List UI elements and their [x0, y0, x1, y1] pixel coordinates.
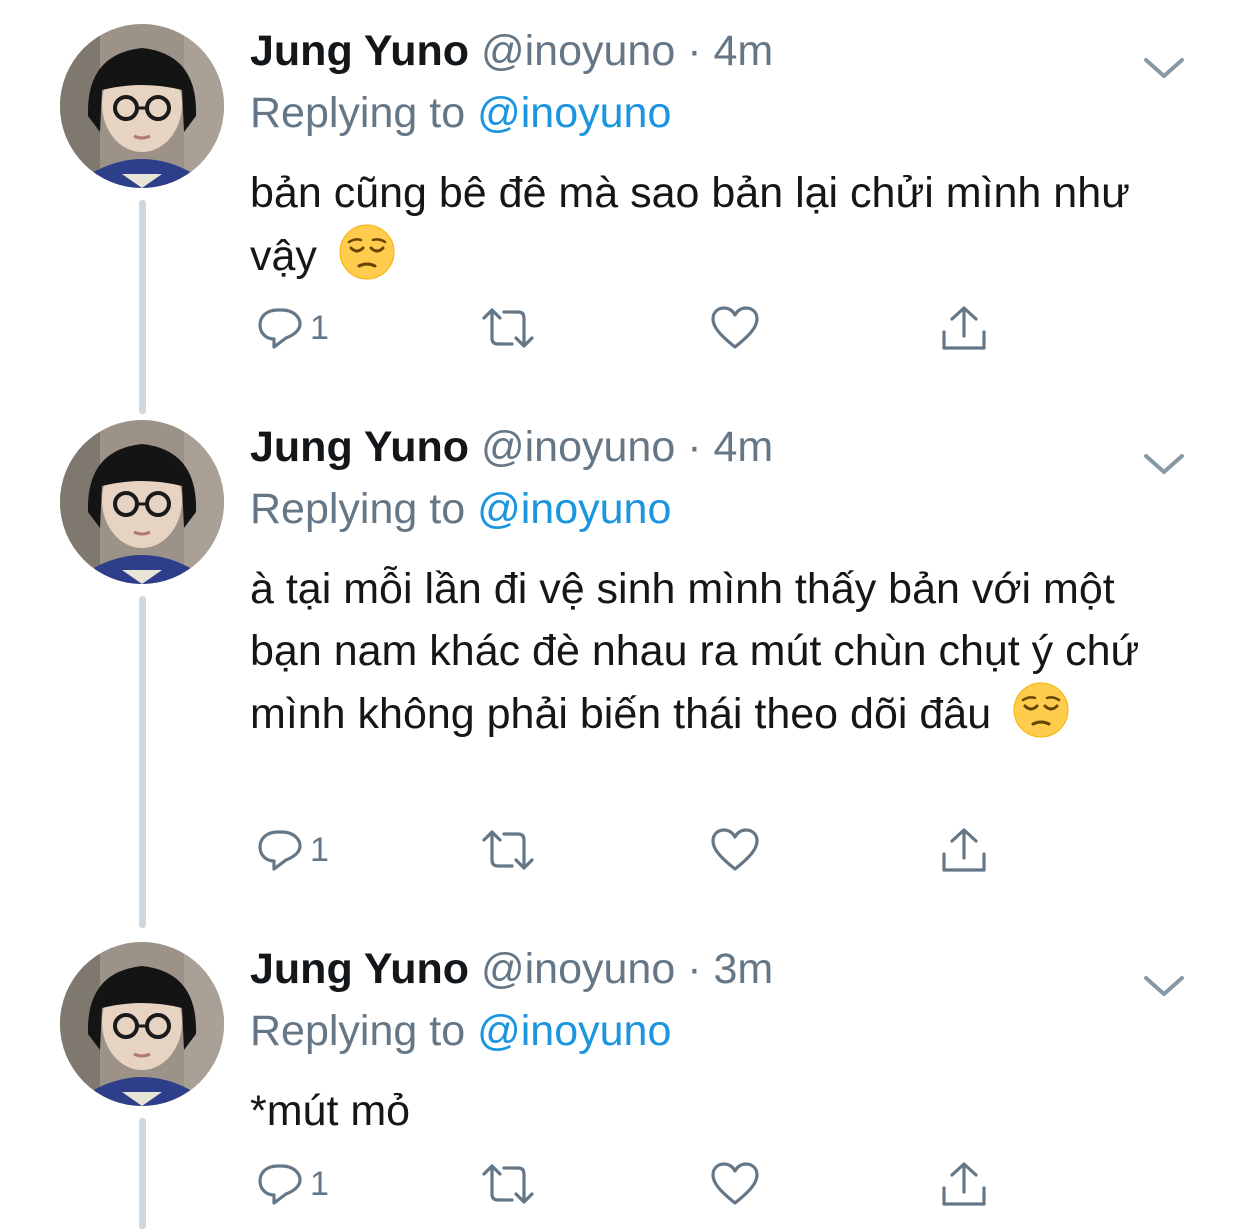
display-name[interactable]: Jung Yuno	[250, 27, 469, 75]
heart-icon	[711, 306, 759, 349]
tweet-text-container: *mút mỏ	[250, 1080, 1190, 1142]
separator-dot: ·	[687, 27, 702, 75]
tweet-actions: 1	[250, 820, 1010, 880]
reply-button[interactable]: 1	[256, 1154, 329, 1214]
reply-count: 1	[310, 309, 329, 347]
retweet-button[interactable]	[480, 1154, 536, 1214]
retweet-button[interactable]	[480, 820, 536, 880]
separator-dot: ·	[687, 423, 702, 471]
user-handle[interactable]: @inoyuno	[481, 423, 675, 471]
chevron-down-icon[interactable]	[1140, 448, 1188, 480]
like-button[interactable]	[710, 298, 760, 358]
replying-to: Replying to @inoyuno	[250, 1006, 671, 1056]
reply-button[interactable]: 1	[256, 820, 329, 880]
share-button[interactable]	[940, 1154, 988, 1214]
mention-link[interactable]: @inoyuno	[477, 1007, 671, 1055]
thread-line	[139, 200, 146, 414]
user-handle[interactable]: @inoyuno	[481, 945, 675, 993]
tweet-text-container: à tại mỗi lần đi vệ sinh mình thấy bản v…	[250, 558, 1190, 755]
pensive-face-icon	[1013, 682, 1069, 755]
replying-to: Replying to @inoyuno	[250, 88, 671, 138]
tweet[interactable]: Jung Yuno @inoyuno · 4m Replying to @ino…	[0, 420, 1242, 940]
retweet-button[interactable]	[480, 298, 536, 358]
display-name[interactable]: Jung Yuno	[250, 423, 469, 471]
pensive-face-icon	[339, 224, 395, 297]
reply-button[interactable]: 1	[256, 298, 329, 358]
avatar[interactable]	[60, 420, 224, 584]
share-icon	[942, 828, 986, 872]
like-button[interactable]	[710, 820, 760, 880]
mention-link[interactable]: @inoyuno	[477, 89, 671, 137]
timestamp[interactable]: 4m	[713, 423, 773, 471]
tweet-text-container: bản cũng bê đê mà sao bản lại chửi mình …	[250, 162, 1190, 297]
heart-icon	[711, 1162, 759, 1205]
thread-line	[139, 596, 146, 928]
tweet-header: Jung Yuno @inoyuno · 4m	[250, 26, 773, 76]
retweet-icon	[482, 1164, 534, 1204]
tweet[interactable]: Jung Yuno @inoyuno · 4m Replying to @ino…	[0, 24, 1242, 414]
tweet-actions: 1	[250, 298, 1010, 358]
tweet-actions: 1	[250, 1154, 1010, 1214]
avatar[interactable]	[60, 942, 224, 1106]
chevron-down-icon[interactable]	[1140, 52, 1188, 84]
replying-to: Replying to @inoyuno	[250, 484, 671, 534]
replying-prefix: Replying to	[250, 89, 478, 137]
reply-count: 1	[310, 1165, 329, 1203]
user-handle[interactable]: @inoyuno	[481, 27, 675, 75]
retweet-icon	[482, 308, 534, 348]
like-button[interactable]	[710, 1154, 760, 1214]
reply-icon	[258, 308, 302, 349]
replying-prefix: Replying to	[250, 1007, 478, 1055]
separator-dot: ·	[687, 945, 702, 993]
avatar[interactable]	[60, 24, 224, 188]
tweet-text: à tại mỗi lần đi vệ sinh mình thấy bản v…	[250, 565, 1140, 738]
tweet-text: *mút mỏ	[250, 1087, 411, 1135]
chevron-down-icon[interactable]	[1140, 970, 1188, 1002]
tweet-header: Jung Yuno @inoyuno · 4m	[250, 422, 773, 472]
tweet-header: Jung Yuno @inoyuno · 3m	[250, 944, 773, 994]
tweet[interactable]: Jung Yuno @inoyuno · 3m Replying to @ino…	[0, 942, 1242, 1229]
share-icon	[942, 1162, 986, 1206]
thread-line	[139, 1118, 146, 1229]
timestamp[interactable]: 4m	[713, 27, 773, 75]
share-icon	[942, 306, 986, 350]
retweet-icon	[482, 830, 534, 870]
display-name[interactable]: Jung Yuno	[250, 945, 469, 993]
reply-icon	[258, 830, 302, 871]
reply-count: 1	[310, 831, 329, 869]
mention-link[interactable]: @inoyuno	[477, 485, 671, 533]
heart-icon	[711, 828, 759, 871]
timestamp[interactable]: 3m	[713, 945, 773, 993]
reply-icon	[258, 1164, 302, 1205]
share-button[interactable]	[940, 820, 988, 880]
share-button[interactable]	[940, 298, 988, 358]
replying-prefix: Replying to	[250, 485, 478, 533]
